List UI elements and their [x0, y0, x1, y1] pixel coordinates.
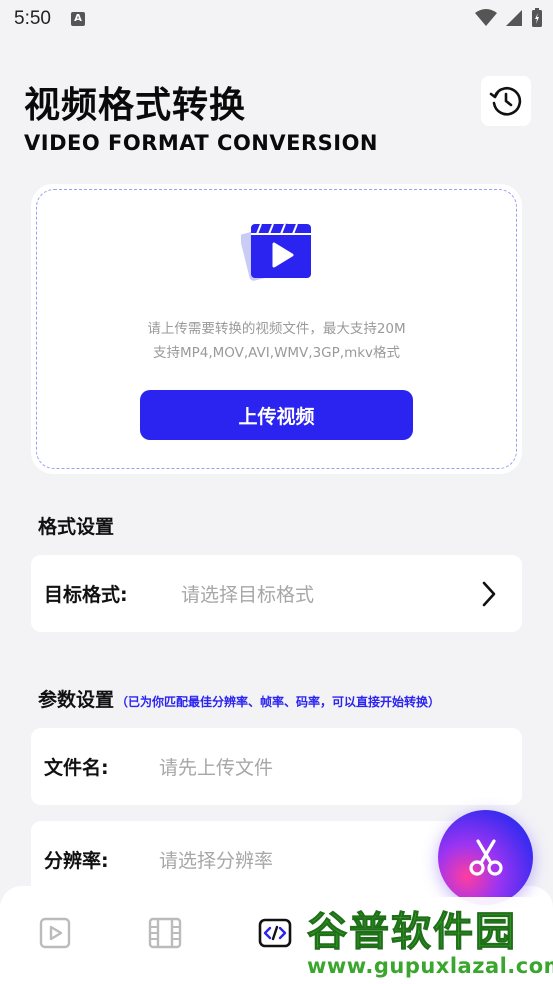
code-icon: [258, 918, 292, 948]
watermark: 谷普软件园 www.gupuxlazal.com: [303, 897, 553, 981]
upload-card: 请上传需要转换的视频文件，最大支持20M 支持MP4,MOV,AVI,WMV,3…: [31, 184, 522, 474]
status-icons: [475, 8, 543, 28]
signal-icon: [506, 10, 522, 26]
upload-hint-formats: 支持MP4,MOV,AVI,WMV,3GP,mkv格式: [152, 345, 401, 361]
history-button[interactable]: [481, 76, 531, 126]
cut-fab-button[interactable]: [438, 810, 533, 905]
clock-history-icon: [489, 86, 522, 116]
chevron-right-icon: [482, 581, 496, 607]
nav-item-convert[interactable]: [258, 916, 292, 950]
target-format-row[interactable]: 目标格式: 请选择目标格式: [31, 555, 522, 632]
resolution-label: 分辨率:: [44, 850, 109, 872]
target-format-value: 请选择目标格式: [181, 584, 315, 606]
watermark-title: 谷普软件园: [307, 909, 517, 956]
video-file-icon: [241, 223, 311, 281]
watermark-url: www.gupuxlazal.com: [307, 954, 553, 978]
params-section-label: 参数设置: [38, 689, 115, 711]
filename-row[interactable]: 文件名: 请先上传文件: [31, 728, 522, 805]
notification-a-icon: A: [70, 12, 85, 26]
resolution-value: 请选择分辨率: [159, 850, 274, 872]
upload-hint-size: 请上传需要转换的视频文件，最大支持20M: [147, 321, 406, 337]
status-bar: 5:50 A: [0, 0, 553, 38]
battery-icon: [532, 8, 542, 27]
nav-item-video[interactable]: [38, 916, 72, 950]
page-title: 视频格式转换: [24, 85, 247, 126]
params-section-note: （已为你匹配最佳分辨率、帧率、码率，可以直接开始转换）: [116, 695, 441, 709]
upload-video-button[interactable]: 上传视频: [140, 390, 413, 440]
params-section-title: 参数设置 （已为你匹配最佳分辨率、帧率、码率，可以直接开始转换）: [38, 685, 440, 712]
film-strip-icon: [148, 917, 182, 949]
filename-label: 文件名:: [44, 757, 109, 779]
target-format-label: 目标格式:: [44, 584, 128, 606]
wifi-icon: [475, 9, 497, 26]
filename-value: 请先上传文件: [159, 757, 274, 779]
play-square-icon: [39, 917, 71, 949]
format-section-title: 格式设置: [38, 516, 115, 538]
status-time: 5:50: [14, 8, 51, 29]
nav-item-film[interactable]: [148, 916, 182, 950]
page-subtitle: VIDEO FORMAT CONVERSION: [24, 131, 379, 155]
scissors-icon: [468, 838, 503, 876]
